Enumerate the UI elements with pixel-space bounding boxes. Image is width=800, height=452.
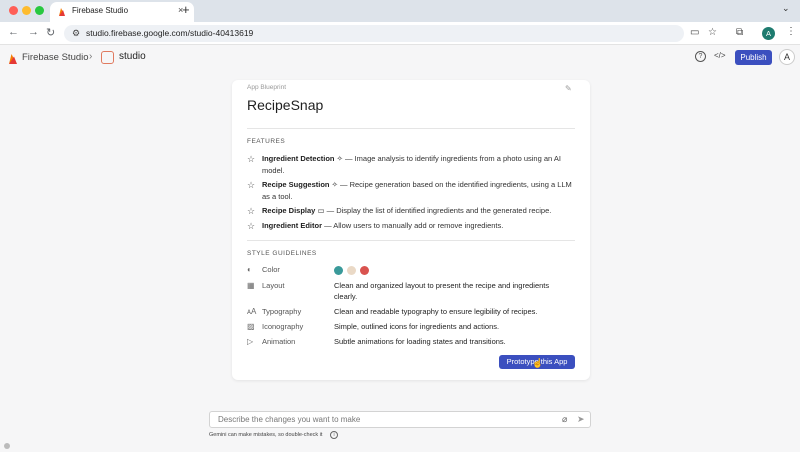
browser-tab-bar: Firebase Studio × + ⌄ (0, 0, 800, 22)
app-title: RecipeSnap (247, 97, 324, 113)
play-icon: ▷ (247, 337, 254, 346)
style-label: Iconography (262, 322, 304, 331)
window-icon: ▭ (317, 206, 325, 215)
browser-profile-avatar[interactable]: A (762, 27, 775, 40)
browser-tab[interactable]: Firebase Studio × (50, 2, 194, 22)
color-swatch (360, 265, 369, 275)
feature-description: — Allow users to manually add or remove … (322, 221, 504, 230)
cast-icon[interactable]: ▭ (690, 27, 699, 38)
disclaimer-text: Gemini can make mistakes, so double-chec… (209, 432, 323, 438)
info-icon[interactable]: i (330, 431, 338, 439)
image-icon: ▨ (247, 322, 255, 331)
star-icon: ☆ (247, 206, 256, 216)
feature-name: Ingredient Detection (262, 154, 335, 163)
tab-search-icon[interactable]: ⌄ (782, 3, 790, 14)
style-value: Simple, outlined icons for ingredients a… (334, 322, 500, 331)
app-blueprint-card: App Blueprint ✎ RecipeSnap FEATURES ☆ In… (232, 80, 590, 380)
extensions-icon[interactable]: ⧉ (736, 27, 743, 38)
user-avatar[interactable]: A (779, 49, 795, 65)
app-header: Firebase Studio › studio ? </> Publish A (0, 45, 800, 71)
color-swatches (334, 264, 564, 275)
feature-description: — Display the list of identified ingredi… (324, 206, 552, 215)
style-value: Clean and organized layout to present th… (334, 281, 550, 301)
style-label: Typography (262, 307, 302, 316)
divider (247, 240, 575, 241)
maximize-window-button[interactable] (35, 6, 44, 15)
minimize-window-button[interactable] (22, 6, 31, 15)
star-icon: ☆ (247, 154, 256, 164)
feature-name: Recipe Display (262, 206, 316, 215)
bookmark-star-icon[interactable]: ☆ (708, 27, 717, 38)
url-text: studio.firebase.google.com/studio-404136… (86, 28, 254, 38)
prompt-placeholder: Describe the changes you want to make (218, 415, 361, 424)
send-icon[interactable]: ➤ (577, 414, 585, 425)
tab-title: Firebase Studio (72, 6, 129, 15)
feature-name: Recipe Suggestion (262, 180, 330, 189)
blueprint-label: App Blueprint (247, 84, 287, 91)
layout-icon: ▦ (247, 281, 255, 290)
brand-name[interactable]: Firebase Studio (22, 52, 89, 63)
new-tab-button[interactable]: + (182, 2, 190, 17)
forward-icon[interactable]: → (28, 26, 39, 38)
color-swatch (334, 265, 343, 275)
palette-icon: ◐ (247, 265, 252, 274)
color-swatch (347, 265, 356, 275)
style-value: Subtle animations for loading states and… (334, 337, 506, 346)
star-icon: ☆ (247, 221, 256, 231)
reload-icon[interactable]: ↻ (46, 26, 55, 39)
firebase-logo-icon (9, 54, 17, 64)
style-label: Layout (262, 281, 285, 290)
divider (247, 128, 575, 129)
project-name[interactable]: studio (119, 51, 146, 62)
address-bar[interactable]: ⚙ studio.firebase.google.com/studio-4041… (64, 25, 684, 42)
prompt-input[interactable]: Describe the changes you want to make ⌀ … (209, 411, 591, 428)
style-value: Clean and readable typography to ensure … (334, 307, 538, 316)
style-guidelines-heading: STYLE GUIDELINES (247, 250, 317, 257)
publish-button[interactable]: Publish (735, 50, 772, 65)
help-icon[interactable]: ? (695, 51, 706, 62)
edit-pencil-icon[interactable]: ✎ (565, 84, 572, 93)
style-label: Animation (262, 337, 296, 346)
status-dot (4, 443, 10, 449)
back-icon[interactable]: ← (8, 26, 19, 38)
features-heading: FEATURES (247, 138, 286, 145)
attach-icon[interactable]: ⌀ (562, 414, 567, 425)
browser-menu-icon[interactable]: ⋮ (786, 26, 796, 37)
close-window-button[interactable] (9, 6, 18, 15)
firebase-favicon-icon (59, 8, 65, 16)
project-icon (101, 51, 114, 64)
star-icon: ☆ (247, 180, 256, 190)
breadcrumb-chevron-icon: › (89, 51, 93, 62)
style-label: Color (262, 265, 280, 274)
browser-toolbar: ← → ↻ ⚙ studio.firebase.google.com/studi… (0, 22, 800, 45)
code-view-icon[interactable]: </> (714, 51, 726, 60)
hand-cursor-icon: ☝ (532, 358, 544, 368)
site-settings-icon[interactable]: ⚙ (72, 28, 80, 39)
feature-name: Ingredient Editor (262, 221, 322, 230)
typography-icon: ᴀA (247, 307, 257, 316)
